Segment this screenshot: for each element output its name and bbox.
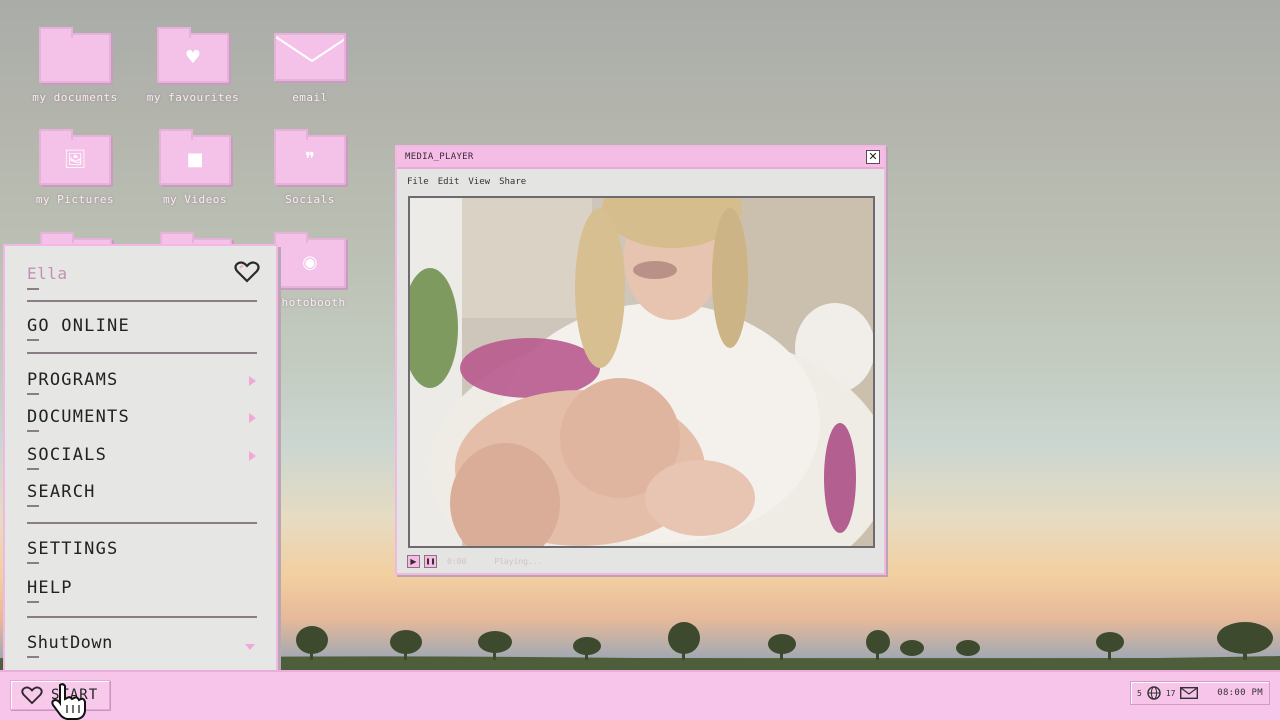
pause-icon[interactable]: ❚❚	[424, 555, 437, 568]
tray-count: 5	[1137, 688, 1142, 698]
system-tray: 5 17 08:00 PM	[1130, 681, 1270, 705]
submenu-arrow-icon	[249, 413, 256, 423]
image-folder-icon: 🖼	[39, 129, 111, 185]
hand-cursor-icon	[51, 683, 86, 720]
desktop-icon-label: Socials	[285, 193, 335, 206]
submenu-arrow-icon	[249, 376, 256, 386]
menu-edit[interactable]: Edit	[438, 177, 460, 195]
globe-icon[interactable]	[1147, 686, 1161, 700]
chevron-down-icon	[245, 644, 255, 650]
camera-folder-icon: ◉	[274, 232, 346, 288]
desktop-icon-label: my favourites	[146, 91, 240, 104]
video-frame-image	[410, 198, 873, 546]
submenu-arrow-icon	[249, 451, 256, 461]
menu-item-shutdown[interactable]: ShutDown	[27, 633, 113, 658]
taskbar: START 5 17 08:00 PM	[0, 670, 1280, 720]
desktop-icon-socials[interactable]: ❞ Socials	[260, 129, 360, 206]
close-icon[interactable]: ✕	[866, 150, 880, 164]
playback-status: Playing...	[494, 557, 543, 566]
menu-item-documents[interactable]: DOCUMENTS	[27, 407, 130, 432]
mail-icon[interactable]	[1180, 687, 1199, 699]
playback-time: 0:00	[447, 557, 467, 566]
quote-folder-icon: ❞	[274, 129, 346, 185]
media-player-window[interactable]: MEDIA_PLAYER ✕ File Edit View Share ▶ ❚❚…	[395, 145, 886, 575]
menu-item-socials[interactable]: SOCIALS	[27, 445, 107, 470]
desktop-icon-my-documents[interactable]: my documents	[25, 27, 125, 104]
play-icon[interactable]: ▶	[407, 555, 420, 568]
menu-item-go-online[interactable]: GO ONLINE	[27, 316, 130, 341]
menu-item-programs[interactable]: PROGRAMS	[27, 370, 118, 395]
menu-item-help[interactable]: HELP	[27, 578, 73, 603]
menu-item-settings[interactable]: SETTINGS	[27, 539, 118, 564]
desktop-icon-email[interactable]: email	[260, 33, 360, 104]
desktop-icon-label: my Pictures	[35, 193, 115, 206]
menu-share[interactable]: Share	[499, 177, 526, 195]
menu-divider	[27, 616, 257, 618]
menu-divider	[27, 300, 257, 302]
desktop-icon-label: email	[292, 91, 328, 104]
tray-count: 17	[1165, 688, 1176, 698]
user-name: Ella	[27, 264, 68, 290]
heart-folder-icon: ♥	[157, 27, 229, 83]
window-title: MEDIA_PLAYER	[405, 152, 474, 162]
menu-file[interactable]: File	[407, 177, 429, 195]
media-player-menubar: File Edit View Share	[397, 169, 884, 195]
media-controls: ▶ ❚❚ 0:00 Playing...	[407, 555, 542, 568]
desktop-icon-my-videos[interactable]: ■ my Videos	[145, 129, 245, 206]
menu-divider	[27, 352, 257, 354]
clock: 08:00 PM	[1217, 688, 1263, 698]
media-player-titlebar[interactable]: MEDIA_PLAYER ✕	[397, 147, 884, 169]
video-folder-icon: ■	[159, 129, 231, 185]
desktop-icon-label: my Videos	[162, 193, 228, 206]
heart-icon	[21, 686, 43, 705]
video-display[interactable]	[408, 196, 875, 548]
desktop-icon-my-pictures[interactable]: 🖼 my Pictures	[25, 129, 125, 206]
menu-divider	[27, 522, 257, 524]
menu-item-search[interactable]: SEARCH	[27, 482, 96, 507]
desktop-icon-label: my documents	[32, 91, 118, 104]
menu-view[interactable]: View	[468, 177, 490, 195]
folder-icon	[39, 27, 111, 83]
start-menu: Ella GO ONLINE PROGRAMS DOCUMENTS SOCIAL…	[3, 244, 278, 674]
heart-icon[interactable]	[234, 261, 260, 283]
desktop-icon-my-favourites[interactable]: ♥ my favourites	[143, 27, 243, 104]
envelope-icon	[274, 33, 346, 81]
